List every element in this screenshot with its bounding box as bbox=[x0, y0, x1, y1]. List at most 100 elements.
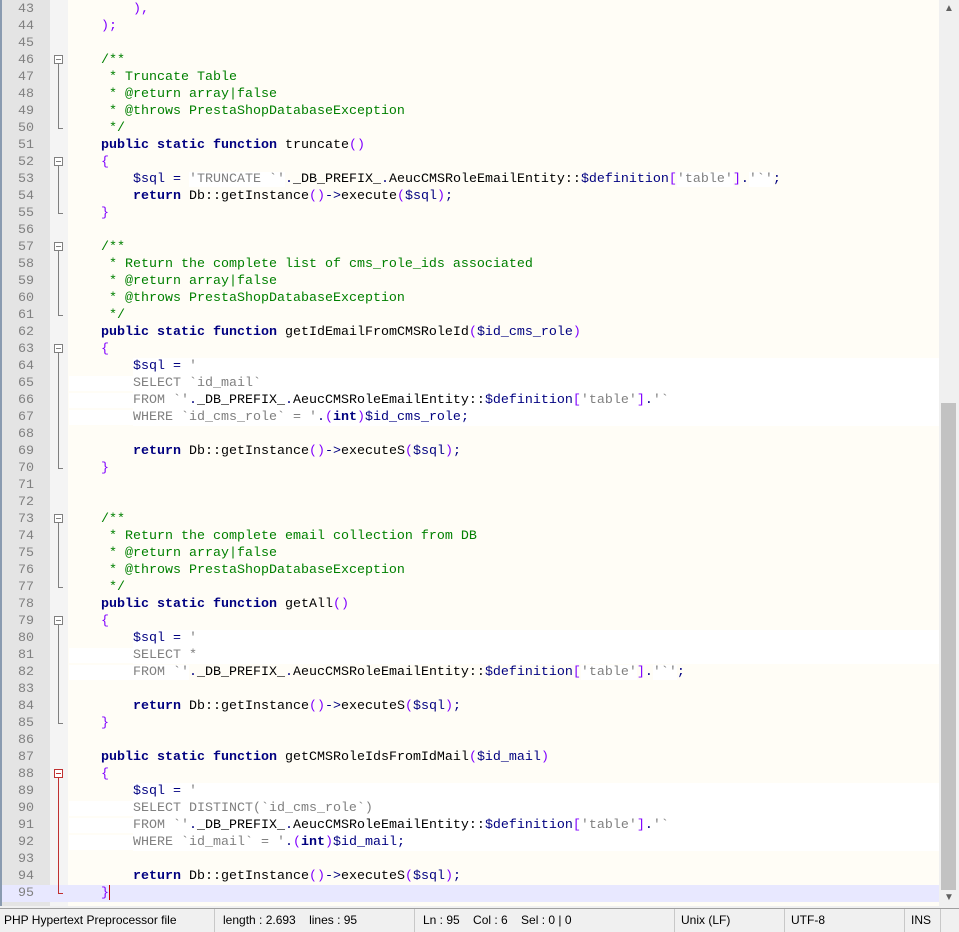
code-line[interactable]: 61 */ bbox=[2, 307, 939, 324]
vertical-scrollbar[interactable]: ▲ ▼ bbox=[939, 0, 959, 906]
code-line[interactable]: 51 public static function truncate() bbox=[2, 137, 939, 154]
code-line[interactable]: 55 } bbox=[2, 205, 939, 222]
code-text[interactable] bbox=[69, 222, 939, 239]
code-line[interactable]: 66 FROM `'._DB_PREFIX_.AeucCMSRoleEmailE… bbox=[2, 392, 939, 409]
code-line[interactable]: 72 bbox=[2, 494, 939, 511]
code-text[interactable]: ), bbox=[69, 1, 939, 18]
code-line[interactable]: 85 } bbox=[2, 715, 939, 732]
code-text[interactable]: public static function getAll() bbox=[69, 596, 939, 613]
code-text[interactable]: * Return the complete email collection f… bbox=[69, 528, 939, 545]
code-text[interactable]: * @return array|false bbox=[69, 273, 939, 290]
code-line[interactable]: 67 WHERE `id_cms_role` = '.(int)$id_cms_… bbox=[2, 409, 939, 426]
code-line[interactable]: 52 { bbox=[2, 154, 939, 171]
code-text[interactable]: * @throws PrestaShopDatabaseException bbox=[69, 290, 939, 307]
code-text[interactable]: return Db::getInstance()->executeS($sql)… bbox=[69, 698, 939, 715]
fold-collapse-icon[interactable] bbox=[50, 239, 68, 256]
code-line[interactable]: 75 * @return array|false bbox=[2, 545, 939, 562]
code-text[interactable]: $sql = ' bbox=[69, 358, 939, 375]
code-text[interactable]: { bbox=[69, 154, 939, 171]
code-line[interactable]: 63 { bbox=[2, 341, 939, 358]
code-text[interactable]: SELECT `id_mail` bbox=[69, 375, 939, 392]
code-line[interactable]: 90 SELECT DISTINCT(`id_cms_role`) bbox=[2, 800, 939, 817]
code-line[interactable]: 45 bbox=[2, 35, 939, 52]
code-line[interactable]: 54 return Db::getInstance()->execute($sq… bbox=[2, 188, 939, 205]
encoding[interactable]: UTF-8 bbox=[785, 909, 905, 932]
code-line[interactable]: 47 * Truncate Table bbox=[2, 69, 939, 86]
code-line[interactable]: 77 */ bbox=[2, 579, 939, 596]
code-text[interactable] bbox=[69, 681, 939, 698]
code-line[interactable]: 48 * @return array|false bbox=[2, 86, 939, 103]
code-editor[interactable]: 43 ), 44 ); 45 46 /** 47 * Truncate Table 48 … bbox=[0, 0, 939, 906]
code-text[interactable]: public static function getCMSRoleIdsFrom… bbox=[69, 749, 939, 766]
code-line[interactable]: 65 SELECT `id_mail` bbox=[2, 375, 939, 392]
fold-collapse-icon[interactable] bbox=[50, 341, 68, 358]
code-text[interactable]: ); bbox=[69, 18, 939, 35]
code-line[interactable]: 68 bbox=[2, 426, 939, 443]
code-line[interactable]: 79 { bbox=[2, 613, 939, 630]
code-line[interactable]: 53 $sql = 'TRUNCATE `'._DB_PREFIX_.AeucC… bbox=[2, 171, 939, 188]
code-text[interactable]: $sql = ' bbox=[69, 630, 939, 647]
code-line[interactable]: 94 return Db::getInstance()->executeS($s… bbox=[2, 868, 939, 885]
code-text[interactable]: FROM `'._DB_PREFIX_.AeucCMSRoleEmailEnti… bbox=[69, 817, 939, 834]
code-line[interactable]: 43 ), bbox=[2, 1, 939, 18]
scroll-up-icon[interactable]: ▲ bbox=[939, 0, 959, 17]
code-text[interactable]: SELECT DISTINCT(`id_cms_role`) bbox=[69, 800, 939, 817]
code-line[interactable]: 70 } bbox=[2, 460, 939, 477]
code-text[interactable]: WHERE `id_mail` = '.(int)$id_mail; bbox=[69, 834, 939, 851]
code-line[interactable]: 59 * @return array|false bbox=[2, 273, 939, 290]
code-line[interactable]: 78 public static function getAll() bbox=[2, 596, 939, 613]
code-line[interactable]: 84 return Db::getInstance()->executeS($s… bbox=[2, 698, 939, 715]
code-text[interactable]: /** bbox=[69, 239, 939, 256]
code-text[interactable]: } bbox=[69, 205, 939, 222]
code-text[interactable]: /** bbox=[69, 52, 939, 69]
scrollbar-thumb[interactable] bbox=[941, 403, 956, 890]
code-line[interactable]: 60 * @throws PrestaShopDatabaseException bbox=[2, 290, 939, 307]
code-text[interactable] bbox=[69, 494, 939, 511]
code-text[interactable]: { bbox=[69, 341, 939, 358]
code-text[interactable]: */ bbox=[69, 307, 939, 324]
code-text[interactable]: } bbox=[69, 715, 939, 732]
code-line[interactable]: 76 * @throws PrestaShopDatabaseException bbox=[2, 562, 939, 579]
code-text[interactable] bbox=[69, 426, 939, 443]
code-text[interactable]: $sql = 'TRUNCATE `'._DB_PREFIX_.AeucCMSR… bbox=[69, 171, 939, 188]
code-text[interactable]: * @return array|false bbox=[69, 545, 939, 562]
fold-collapse-icon[interactable] bbox=[50, 52, 68, 69]
code-text[interactable]: } bbox=[69, 885, 939, 902]
code-text[interactable]: $sql = ' bbox=[69, 783, 939, 800]
code-text[interactable]: SELECT * bbox=[69, 647, 939, 664]
code-text[interactable]: FROM `'._DB_PREFIX_.AeucCMSRoleEmailEnti… bbox=[69, 664, 939, 681]
code-line[interactable]: 91 FROM `'._DB_PREFIX_.AeucCMSRoleEmailE… bbox=[2, 817, 939, 834]
scroll-down-icon[interactable]: ▼ bbox=[939, 889, 959, 906]
code-line[interactable]: 56 bbox=[2, 222, 939, 239]
code-line[interactable]: 89 $sql = ' bbox=[2, 783, 939, 800]
code-text[interactable]: return Db::getInstance()->execute($sql); bbox=[69, 188, 939, 205]
code-line[interactable]: 64 $sql = ' bbox=[2, 358, 939, 375]
code-line[interactable]: 46 /** bbox=[2, 52, 939, 69]
code-line[interactable]: 57 /** bbox=[2, 239, 939, 256]
code-line[interactable]: 92 WHERE `id_mail` = '.(int)$id_mail; bbox=[2, 834, 939, 851]
code-text[interactable]: { bbox=[69, 613, 939, 630]
code-line[interactable]: 44 ); bbox=[2, 18, 939, 35]
code-text[interactable]: * Truncate Table bbox=[69, 69, 939, 86]
code-line[interactable]: 58 * Return the complete list of cms_rol… bbox=[2, 256, 939, 273]
code-line[interactable]: 93 bbox=[2, 851, 939, 868]
code-text[interactable]: return Db::getInstance()->executeS($sql)… bbox=[69, 443, 939, 460]
fold-collapse-icon[interactable] bbox=[50, 511, 68, 528]
code-text[interactable] bbox=[69, 732, 939, 749]
code-text[interactable]: * @throws PrestaShopDatabaseException bbox=[69, 562, 939, 579]
code-line[interactable]: 69 return Db::getInstance()->executeS($s… bbox=[2, 443, 939, 460]
code-text[interactable]: */ bbox=[69, 120, 939, 137]
code-text[interactable]: FROM `'._DB_PREFIX_.AeucCMSRoleEmailEnti… bbox=[69, 392, 939, 409]
code-text[interactable]: public static function getIdEmailFromCMS… bbox=[69, 324, 939, 341]
code-line[interactable]: 86 bbox=[2, 732, 939, 749]
code-text[interactable]: /** bbox=[69, 511, 939, 528]
fold-collapse-icon[interactable] bbox=[50, 766, 68, 783]
code-line[interactable]: 81 SELECT * bbox=[2, 647, 939, 664]
code-line[interactable]: 74 * Return the complete email collectio… bbox=[2, 528, 939, 545]
code-lines[interactable]: 43 ), 44 ); 45 46 /** 47 * Truncate Table 48 … bbox=[2, 1, 939, 902]
code-text[interactable]: * @throws PrestaShopDatabaseException bbox=[69, 103, 939, 120]
code-text[interactable]: * @return array|false bbox=[69, 86, 939, 103]
code-line[interactable]: 87 public static function getCMSRoleIdsF… bbox=[2, 749, 939, 766]
code-text[interactable] bbox=[69, 851, 939, 868]
code-text[interactable]: */ bbox=[69, 579, 939, 596]
